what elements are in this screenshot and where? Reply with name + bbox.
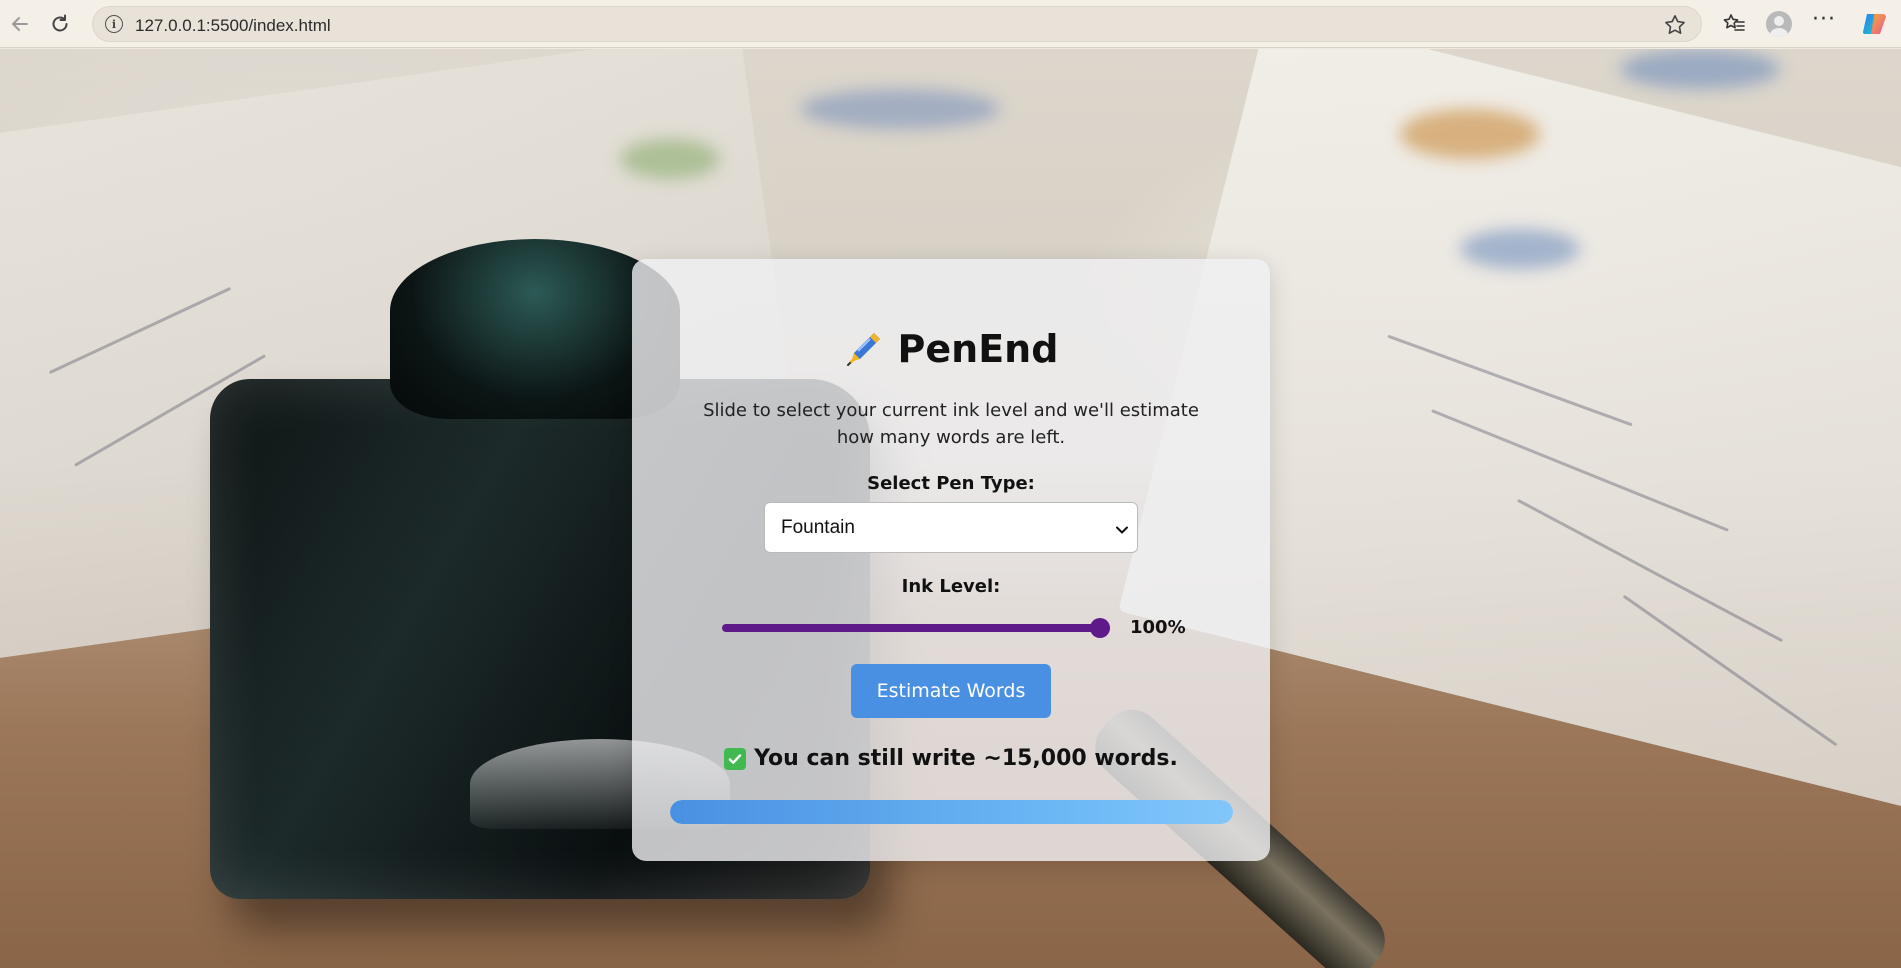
profile-icon[interactable] bbox=[1761, 6, 1797, 42]
star-icon[interactable] bbox=[1663, 13, 1687, 37]
chevron-down-icon bbox=[1115, 521, 1129, 535]
result-text: You can still write ~15,000 words. bbox=[754, 746, 1178, 771]
estimate-words-button[interactable]: Estimate Words bbox=[851, 664, 1051, 718]
favorites-icon[interactable] bbox=[1716, 6, 1752, 42]
pen-type-select[interactable]: Fountain bbox=[764, 502, 1138, 553]
app-title: PenEnd bbox=[897, 327, 1059, 371]
estimator-card: PenEnd Slide to select your current ink … bbox=[632, 259, 1270, 861]
more-icon[interactable]: ··· bbox=[1806, 6, 1842, 42]
page-background: PenEnd Slide to select your current ink … bbox=[0, 49, 1901, 968]
ink-level-value: 100% bbox=[1130, 617, 1186, 638]
slider-track[interactable] bbox=[722, 624, 1110, 632]
title-row: PenEnd bbox=[632, 327, 1270, 371]
ink-level-label: Ink Level: bbox=[901, 576, 1001, 597]
copilot-icon[interactable] bbox=[1857, 6, 1893, 42]
reload-icon[interactable] bbox=[40, 4, 80, 44]
info-icon[interactable]: i bbox=[105, 15, 123, 33]
pen-type-label: Select Pen Type: bbox=[867, 473, 1035, 494]
browser-toolbar: i 127.0.0.1:5500/index.html ··· bbox=[0, 0, 1901, 48]
slider-thumb[interactable] bbox=[1090, 618, 1110, 638]
url-text[interactable]: 127.0.0.1:5500/index.html bbox=[135, 16, 331, 36]
back-icon[interactable] bbox=[0, 4, 40, 44]
pen-type-selected-value: Fountain bbox=[781, 516, 855, 538]
words-progress-bar bbox=[670, 800, 1233, 824]
result-row: You can still write ~15,000 words. bbox=[632, 746, 1270, 771]
address-bar[interactable]: i 127.0.0.1:5500/index.html bbox=[92, 6, 1702, 42]
ink-level-slider[interactable] bbox=[722, 617, 1110, 641]
progress-fill bbox=[670, 800, 1233, 824]
fountain-pen-icon bbox=[844, 329, 884, 369]
check-mark-icon bbox=[724, 747, 747, 770]
app-subtitle: Slide to select your current ink level a… bbox=[703, 400, 1199, 448]
